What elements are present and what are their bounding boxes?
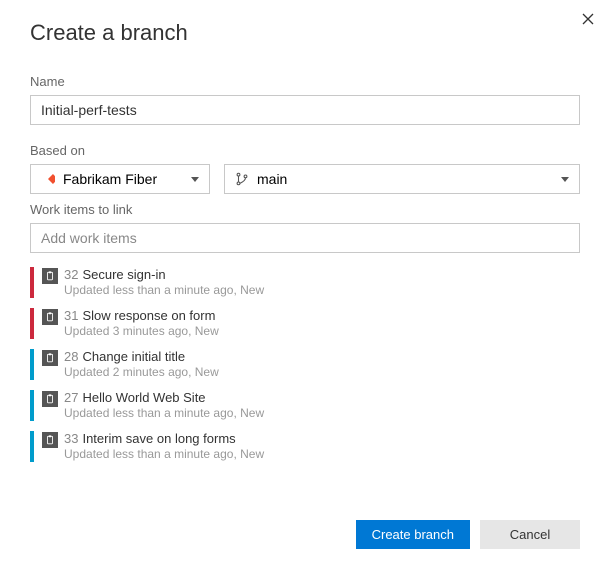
work-item-type-icon (42, 391, 58, 407)
work-item-row[interactable]: 31 Slow response on formUpdated 3 minutes… (30, 308, 580, 339)
create-branch-button[interactable]: Create branch (356, 520, 470, 549)
branch-icon (235, 172, 249, 186)
work-item-color-bar (30, 431, 34, 462)
work-item-title: Slow response on form (82, 308, 215, 323)
work-item-type-icon (42, 309, 58, 325)
work-item-title: Secure sign-in (82, 267, 165, 282)
work-item-meta: Updated less than a minute ago, New (64, 283, 580, 298)
close-icon[interactable] (582, 12, 594, 28)
repo-dropdown[interactable]: Fabrikam Fiber (30, 164, 210, 194)
work-item-id: 27 (64, 390, 78, 405)
work-items-label: Work items to link (30, 202, 580, 217)
work-item-row[interactable]: 28 Change initial titleUpdated 2 minutes … (30, 349, 580, 380)
work-item-color-bar (30, 390, 34, 421)
work-item-row[interactable]: 33 Interim save on long formsUpdated less… (30, 431, 580, 462)
cancel-button[interactable]: Cancel (480, 520, 580, 549)
create-branch-dialog: Create a branch Name Based on Fabrikam F… (0, 0, 610, 492)
chevron-down-icon (191, 177, 199, 182)
dialog-footer: Create branch Cancel (356, 520, 580, 549)
dialog-title: Create a branch (30, 20, 580, 46)
work-item-row[interactable]: 27 Hello World Web SiteUpdated less than … (30, 390, 580, 421)
work-item-type-icon (42, 350, 58, 366)
chevron-down-icon (561, 177, 569, 182)
work-item-meta: Updated 3 minutes ago, New (64, 324, 580, 339)
work-item-color-bar (30, 308, 34, 339)
work-items-input[interactable] (30, 223, 580, 253)
work-item-id: 28 (64, 349, 78, 364)
git-repo-icon (41, 172, 55, 186)
work-items-list: 32Secure sign-inUpdated less than a minu… (30, 267, 580, 462)
work-item-title: Change initial title (82, 349, 185, 364)
branch-name-input[interactable] (30, 95, 580, 125)
work-item-title: Hello World Web Site (82, 390, 205, 405)
based-on-label: Based on (30, 143, 580, 158)
work-item-id: 33 (64, 431, 78, 446)
work-item-id: 32 (64, 267, 78, 282)
repo-selected-label: Fabrikam Fiber (63, 171, 157, 187)
base-branch-dropdown[interactable]: main (224, 164, 580, 194)
work-item-row[interactable]: 32 Secure sign-inUpdated less than a minu… (30, 267, 580, 298)
work-item-meta: Updated 2 minutes ago, New (64, 365, 580, 380)
work-item-color-bar (30, 349, 34, 380)
work-item-type-icon (42, 268, 58, 284)
name-label: Name (30, 74, 580, 89)
work-item-type-icon (42, 432, 58, 448)
work-item-meta: Updated less than a minute ago, New (64, 406, 580, 421)
work-item-title: Interim save on long forms (82, 431, 235, 446)
work-item-id: 31 (64, 308, 78, 323)
work-item-meta: Updated less than a minute ago, New (64, 447, 580, 462)
work-item-color-bar (30, 267, 34, 298)
branch-selected-label: main (257, 171, 287, 187)
